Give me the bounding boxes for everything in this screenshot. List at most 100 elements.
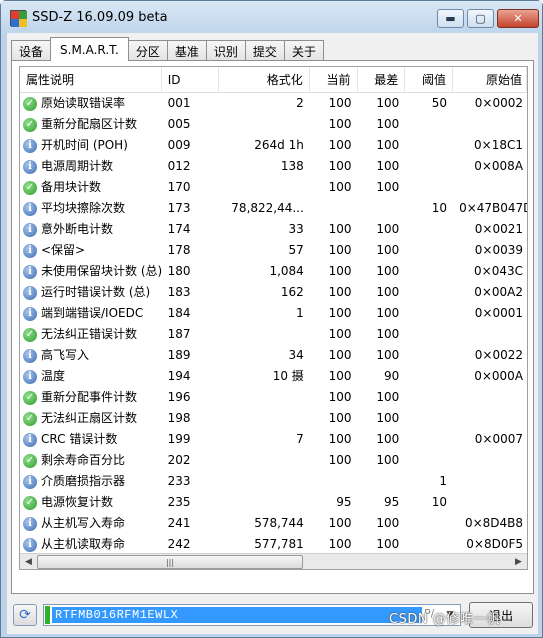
- scroll-left-arrow-icon[interactable]: ◀: [20, 554, 37, 569]
- cell-id: 012: [167, 159, 191, 173]
- cell-raw: 0×00A2: [474, 285, 524, 299]
- status-ok-icon: ✓: [23, 180, 37, 195]
- table-row[interactable]: i <保留> 178 57 100 100 0×0039: [20, 240, 527, 261]
- tab-device[interactable]: 设备: [11, 40, 52, 61]
- horizontal-scrollbar[interactable]: ◀ ||| ▶: [20, 553, 527, 569]
- cell-formatted: 33: [288, 222, 304, 236]
- cell-current: 100: [328, 138, 352, 152]
- table-row[interactable]: i 从主机读取寿命 242 577,781 100 100 0×8D0F5: [20, 534, 527, 555]
- table-row[interactable]: ✓ 重新分配事件计数 196 100 100: [20, 387, 527, 408]
- header-worst[interactable]: 最差: [358, 67, 406, 93]
- cell-id: 183: [167, 285, 191, 299]
- table-row[interactable]: i 介质磨损指示器 233 1: [20, 471, 527, 492]
- cell-worst: 100: [376, 537, 400, 551]
- cell-id: 189: [167, 348, 191, 362]
- status-info-icon: i: [23, 516, 37, 531]
- table-row[interactable]: i 高飞写入 189 34 100 100 0×0022: [20, 345, 527, 366]
- table-row[interactable]: i 平均块擦除次数 173 78,822,44... 10 0×47B047D...: [20, 198, 527, 219]
- attribute-name: 介质磨损指示器: [41, 474, 126, 488]
- cell-formatted: 2: [296, 96, 304, 110]
- header-current[interactable]: 当前: [310, 67, 358, 93]
- cell-worst: [358, 198, 406, 219]
- attribute-name: 高飞写入: [41, 348, 90, 362]
- title-bar[interactable]: SSD-Z 16.09.09 beta ▬ ▢ ✕: [1, 1, 542, 33]
- table-row[interactable]: ✓ 电源恢复计数 235 95 95 10: [20, 492, 527, 513]
- cell-id: 178: [167, 243, 191, 257]
- cell-name: i 从主机读取寿命: [20, 534, 162, 555]
- tab-submit[interactable]: 提交: [244, 40, 285, 61]
- tab-about[interactable]: 关于: [283, 40, 324, 61]
- header-threshold[interactable]: 阈值: [405, 67, 454, 93]
- table-row[interactable]: i 端到端错误/IOEDC 184 1 100 100 0×0001: [20, 303, 527, 324]
- cell-threshold: 10: [431, 201, 448, 215]
- cell-name: i 高飞写入: [20, 345, 162, 366]
- header-name[interactable]: 属性说明: [20, 67, 162, 93]
- table-row[interactable]: i 温度 194 10 摄 100 90 0×000A: [20, 366, 527, 387]
- cell-id: 174: [167, 222, 191, 236]
- cell-id: 198: [167, 411, 191, 425]
- cell-current: 100: [328, 348, 352, 362]
- cell-id: 196: [167, 390, 191, 404]
- cell-threshold: [405, 282, 453, 303]
- status-info-icon: i: [23, 285, 37, 300]
- cell-current: 100: [328, 327, 352, 341]
- cell-current: 95: [336, 495, 352, 509]
- cell-threshold: 10: [431, 495, 448, 509]
- tab-partition[interactable]: 分区: [127, 40, 168, 61]
- table-row[interactable]: i 开机时间 (POH) 009 264d 1h 100 100 0×18C1: [20, 135, 527, 156]
- table-row[interactable]: i 电源周期计数 012 138 100 100 0×008A: [20, 156, 527, 177]
- table-row[interactable]: ✓ 无法纠正错误计数 187 100 100: [20, 324, 527, 345]
- table-row[interactable]: ✓ 无法纠正扇区计数 198 100 100: [20, 408, 527, 429]
- cell-raw: [453, 450, 527, 471]
- close-button[interactable]: ✕: [497, 9, 539, 28]
- cell-id: 202: [167, 453, 191, 467]
- cell-current: [310, 471, 358, 492]
- table-row[interactable]: ✓ 原始读取错误率 001 2 100 100 50 0×0002: [20, 93, 527, 114]
- cell-formatted: [219, 471, 310, 492]
- cell-name: i 温度: [20, 366, 162, 387]
- cell-raw: 0×043C: [474, 264, 524, 278]
- header-id[interactable]: ID: [162, 67, 219, 93]
- cell-worst: 100: [376, 264, 400, 278]
- cell-name: ✓ 重新分配扇区计数: [20, 114, 162, 135]
- header-formatted[interactable]: 格式化: [219, 67, 310, 93]
- cell-name: i 电源周期计数: [20, 156, 162, 177]
- cell-threshold: [405, 324, 453, 345]
- cell-raw: [453, 387, 527, 408]
- minimize-button[interactable]: ▬: [437, 9, 464, 28]
- table-row[interactable]: i 意外断电计数 174 33 100 100 0×0021: [20, 219, 527, 240]
- header-raw[interactable]: 原始值: [453, 67, 527, 93]
- cell-threshold: [405, 366, 453, 387]
- status-info-icon: i: [23, 159, 37, 174]
- cell-name: ✓ 无法纠正扇区计数: [20, 408, 162, 429]
- maximize-button[interactable]: ▢: [467, 9, 494, 28]
- cell-name: ✓ 剩余寿命百分比: [20, 450, 162, 471]
- table-row[interactable]: ✓ 重新分配扇区计数 005 100 100: [20, 114, 527, 135]
- table-row[interactable]: i 未使用保留块计数 (总) 180 1,084 100 100 0×043C: [20, 261, 527, 282]
- smart-table: 属性说明 ID 格式化 当前 最差 阈值 原始值 ✓ 原始读取错误率 001 2 100…: [19, 66, 528, 570]
- cell-formatted: [219, 324, 310, 345]
- table-row[interactable]: ✓ 剩余寿命百分比 202 100 100: [20, 450, 527, 471]
- refresh-button[interactable]: ⟳: [13, 604, 37, 626]
- attribute-name: 重新分配扇区计数: [41, 117, 138, 131]
- cell-current: [310, 198, 358, 219]
- cell-current: 100: [328, 390, 352, 404]
- tab-identify[interactable]: 识别: [205, 40, 246, 61]
- cell-name: ✓ 重新分配事件计数: [20, 387, 162, 408]
- cell-formatted: [219, 450, 310, 471]
- tab-benchmark[interactable]: 基准: [166, 40, 207, 61]
- attribute-name: 从主机写入寿命: [41, 516, 126, 530]
- cell-worst: 100: [376, 516, 400, 530]
- table-row[interactable]: i 运行时错误计数 (总) 183 162 100 100 0×00A2: [20, 282, 527, 303]
- tab-smart[interactable]: S.M.A.R.T.: [50, 37, 129, 61]
- attribute-name: 从主机读取寿命: [41, 537, 126, 551]
- scroll-right-arrow-icon[interactable]: ▶: [510, 554, 527, 569]
- scroll-thumb[interactable]: |||: [37, 555, 303, 569]
- table-row[interactable]: i 从主机写入寿命 241 578,744 100 100 0×8D4B8: [20, 513, 527, 534]
- attribute-name: 剩余寿命百分比: [41, 453, 126, 467]
- cell-formatted: 57: [288, 243, 304, 257]
- cell-worst: 90: [384, 369, 400, 383]
- cell-raw: 0×0001: [474, 306, 524, 320]
- table-row[interactable]: i CRC 错误计数 199 7 100 100 0×0007: [20, 429, 527, 450]
- table-row[interactable]: ✓ 备用块计数 170 100 100: [20, 177, 527, 198]
